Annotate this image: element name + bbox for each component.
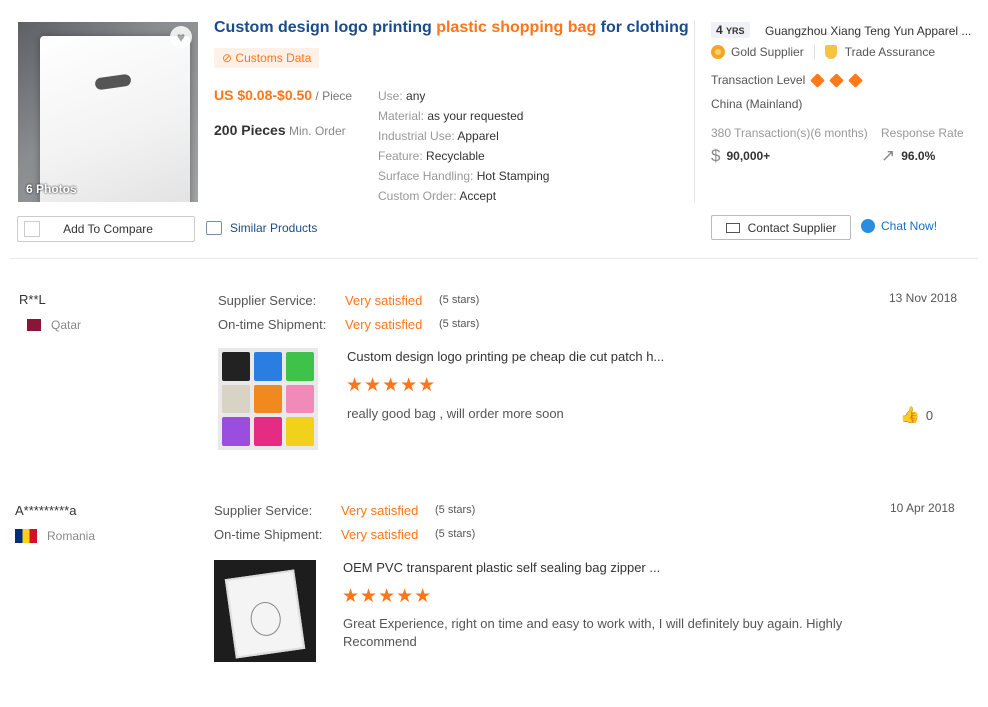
trade-assurance-shield-icon (824, 45, 837, 59)
title-part3: for clothing (596, 19, 689, 36)
diamond-icon (829, 72, 845, 88)
title-highlight: plastic shopping bag (436, 19, 597, 36)
similar-products-icon (206, 221, 222, 235)
reply-arrow-icon: ↗ (881, 146, 896, 165)
review-product-title[interactable]: Custom design logo printing pe cheap die… (347, 349, 664, 364)
attribute-row: Use: any (378, 89, 426, 103)
supplier-service-label: Supplier Service: (214, 503, 313, 518)
thumbs-up-icon: 👍 (900, 407, 920, 424)
attribute-row: Material: as your requested (378, 109, 524, 123)
attribute-row: Industrial Use: Apparel (378, 129, 499, 143)
gold-medal-icon (711, 45, 725, 59)
shipment-stars: (5 stars) (435, 528, 476, 540)
years-value: 4 (716, 23, 723, 37)
ziplock-bag-image (224, 569, 306, 659)
romania-flag-icon (15, 529, 37, 543)
review-rating-stars: ★★★★★ (346, 375, 437, 396)
shipment-label: On-time Shipment: (214, 527, 323, 542)
supplier-service-stars: (5 stars) (435, 504, 476, 516)
product-title-link[interactable]: Custom design logo printing plastic shop… (214, 19, 689, 37)
contact-supplier-button[interactable]: Contact Supplier (711, 215, 851, 240)
reviewer-country: Qatar (27, 318, 81, 332)
supplier-service-stars: (5 stars) (439, 294, 480, 306)
moq-value: 200 Pieces (214, 122, 286, 138)
contact-supplier-label: Contact Supplier (747, 220, 837, 235)
customs-data-badge[interactable]: ⊘ Customs Data (214, 48, 320, 68)
shipment-stars: (5 stars) (439, 318, 480, 330)
attribute-row: Custom Order: Accept (378, 189, 497, 203)
trade-assurance-label[interactable]: Trade Assurance (845, 45, 935, 59)
chat-now-link[interactable]: Chat Now! (861, 219, 937, 233)
price-value: US $0.08-$0.50 (214, 87, 313, 103)
product-main-image[interactable]: ♥ 6 Photos (18, 22, 198, 202)
supplier-badges: Gold Supplier Trade Assurance (711, 45, 935, 59)
similar-products-label: Similar Products (230, 221, 318, 235)
reviewer-name: R**L (19, 292, 46, 307)
add-to-compare-button[interactable]: Add To Compare (17, 216, 195, 242)
moq-unit: Min. Order (285, 124, 346, 138)
product-attributes: Use: any Material: as your requested Ind… (378, 86, 549, 206)
attribute-row: Feature: Recyclable (378, 149, 485, 163)
badge-separator (813, 45, 815, 59)
review-text: Great Experience, right on time and easy… (343, 616, 843, 649)
transaction-level-label: Transaction Level (711, 73, 806, 87)
minimum-order: 200 Pieces Min. Order (214, 122, 346, 138)
similar-products-link[interactable]: Similar Products (206, 221, 317, 235)
years-badge: 4 YRS (711, 22, 750, 38)
review-rating-stars: ★★★★★ (342, 586, 433, 607)
like-count: 0 (925, 407, 934, 423)
review-product-thumbnail[interactable] (214, 560, 316, 662)
shipment-value: Very satisfied (345, 317, 423, 332)
price-range: US $0.08-$0.50 / Piece (214, 87, 352, 103)
reviewer-name: A*********a (15, 503, 77, 518)
qatar-flag-icon (27, 319, 41, 331)
add-to-compare-label: Add To Compare (63, 222, 153, 236)
diamond-icon (848, 72, 864, 88)
shipment-value: Very satisfied (341, 527, 419, 542)
supplier-company-link[interactable]: Guangzhou Xiang Teng Yun Apparel ... (765, 24, 971, 38)
title-part1: Custom design logo printing (214, 19, 437, 36)
supplier-service-value: Very satisfied (345, 293, 423, 308)
section-divider (10, 258, 978, 259)
transactions-label: 380 Transaction(s)(6 months) (711, 126, 868, 140)
review-date: 13 Nov 2018 (889, 291, 958, 305)
transactions-amount: 90,000+ (726, 149, 771, 163)
attribute-row: Surface Handling: Hot Stamping (378, 169, 550, 183)
response-rate-amount: 96.0% (901, 149, 936, 163)
response-rate-label: Response Rate (881, 126, 964, 140)
transactions-value: $90,000+ (711, 146, 770, 166)
gold-supplier-label[interactable]: Gold Supplier (731, 45, 804, 59)
customs-data-label: Customs Data (235, 51, 312, 65)
review-text: really good bag , will order more soon (347, 406, 564, 421)
transaction-level: Transaction Level (711, 72, 864, 88)
compare-checkbox[interactable] (24, 221, 40, 237)
chat-bubble-icon (861, 219, 875, 233)
helpful-like-button[interactable]: 👍 0 (900, 405, 933, 425)
shopping-bag-image (40, 36, 190, 202)
dollar-icon: $ (711, 146, 721, 165)
photos-count-label: 6 Photos (26, 182, 77, 196)
response-rate-value: ↗ 96.0% (881, 146, 935, 166)
customs-icon: ⊘ (222, 51, 233, 65)
years-unit: YRS (726, 26, 745, 36)
supplier-service-label: Supplier Service: (218, 293, 317, 308)
review-product-title[interactable]: OEM PVC transparent plastic self sealing… (343, 560, 660, 575)
reviewer-country: Romania (15, 529, 95, 543)
diamond-icon (810, 72, 826, 88)
envelope-icon (725, 222, 740, 233)
chat-now-label: Chat Now! (881, 219, 938, 233)
supplier-country: China (Mainland) (711, 97, 803, 111)
price-unit: / Piece (312, 89, 353, 103)
review-product-thumbnail[interactable] (218, 348, 318, 450)
review-date: 10 Apr 2018 (890, 501, 955, 515)
supplier-service-value: Very satisfied (341, 503, 419, 518)
favorite-heart-icon[interactable]: ♥ (170, 26, 192, 48)
vertical-divider (694, 20, 695, 202)
shipment-label: On-time Shipment: (218, 317, 327, 332)
